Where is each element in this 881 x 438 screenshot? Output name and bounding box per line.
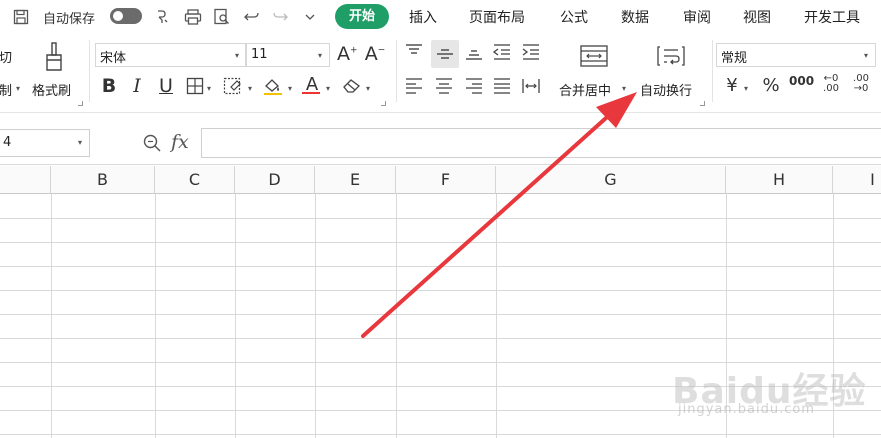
watermark-url: jingyan.baidu.com [678, 402, 815, 417]
spreadsheet-window: 自动保存 开始 插入 页面布局 公式 数据 审阅 视图 开发工具 切 制 ▾ 格… [0, 0, 881, 438]
